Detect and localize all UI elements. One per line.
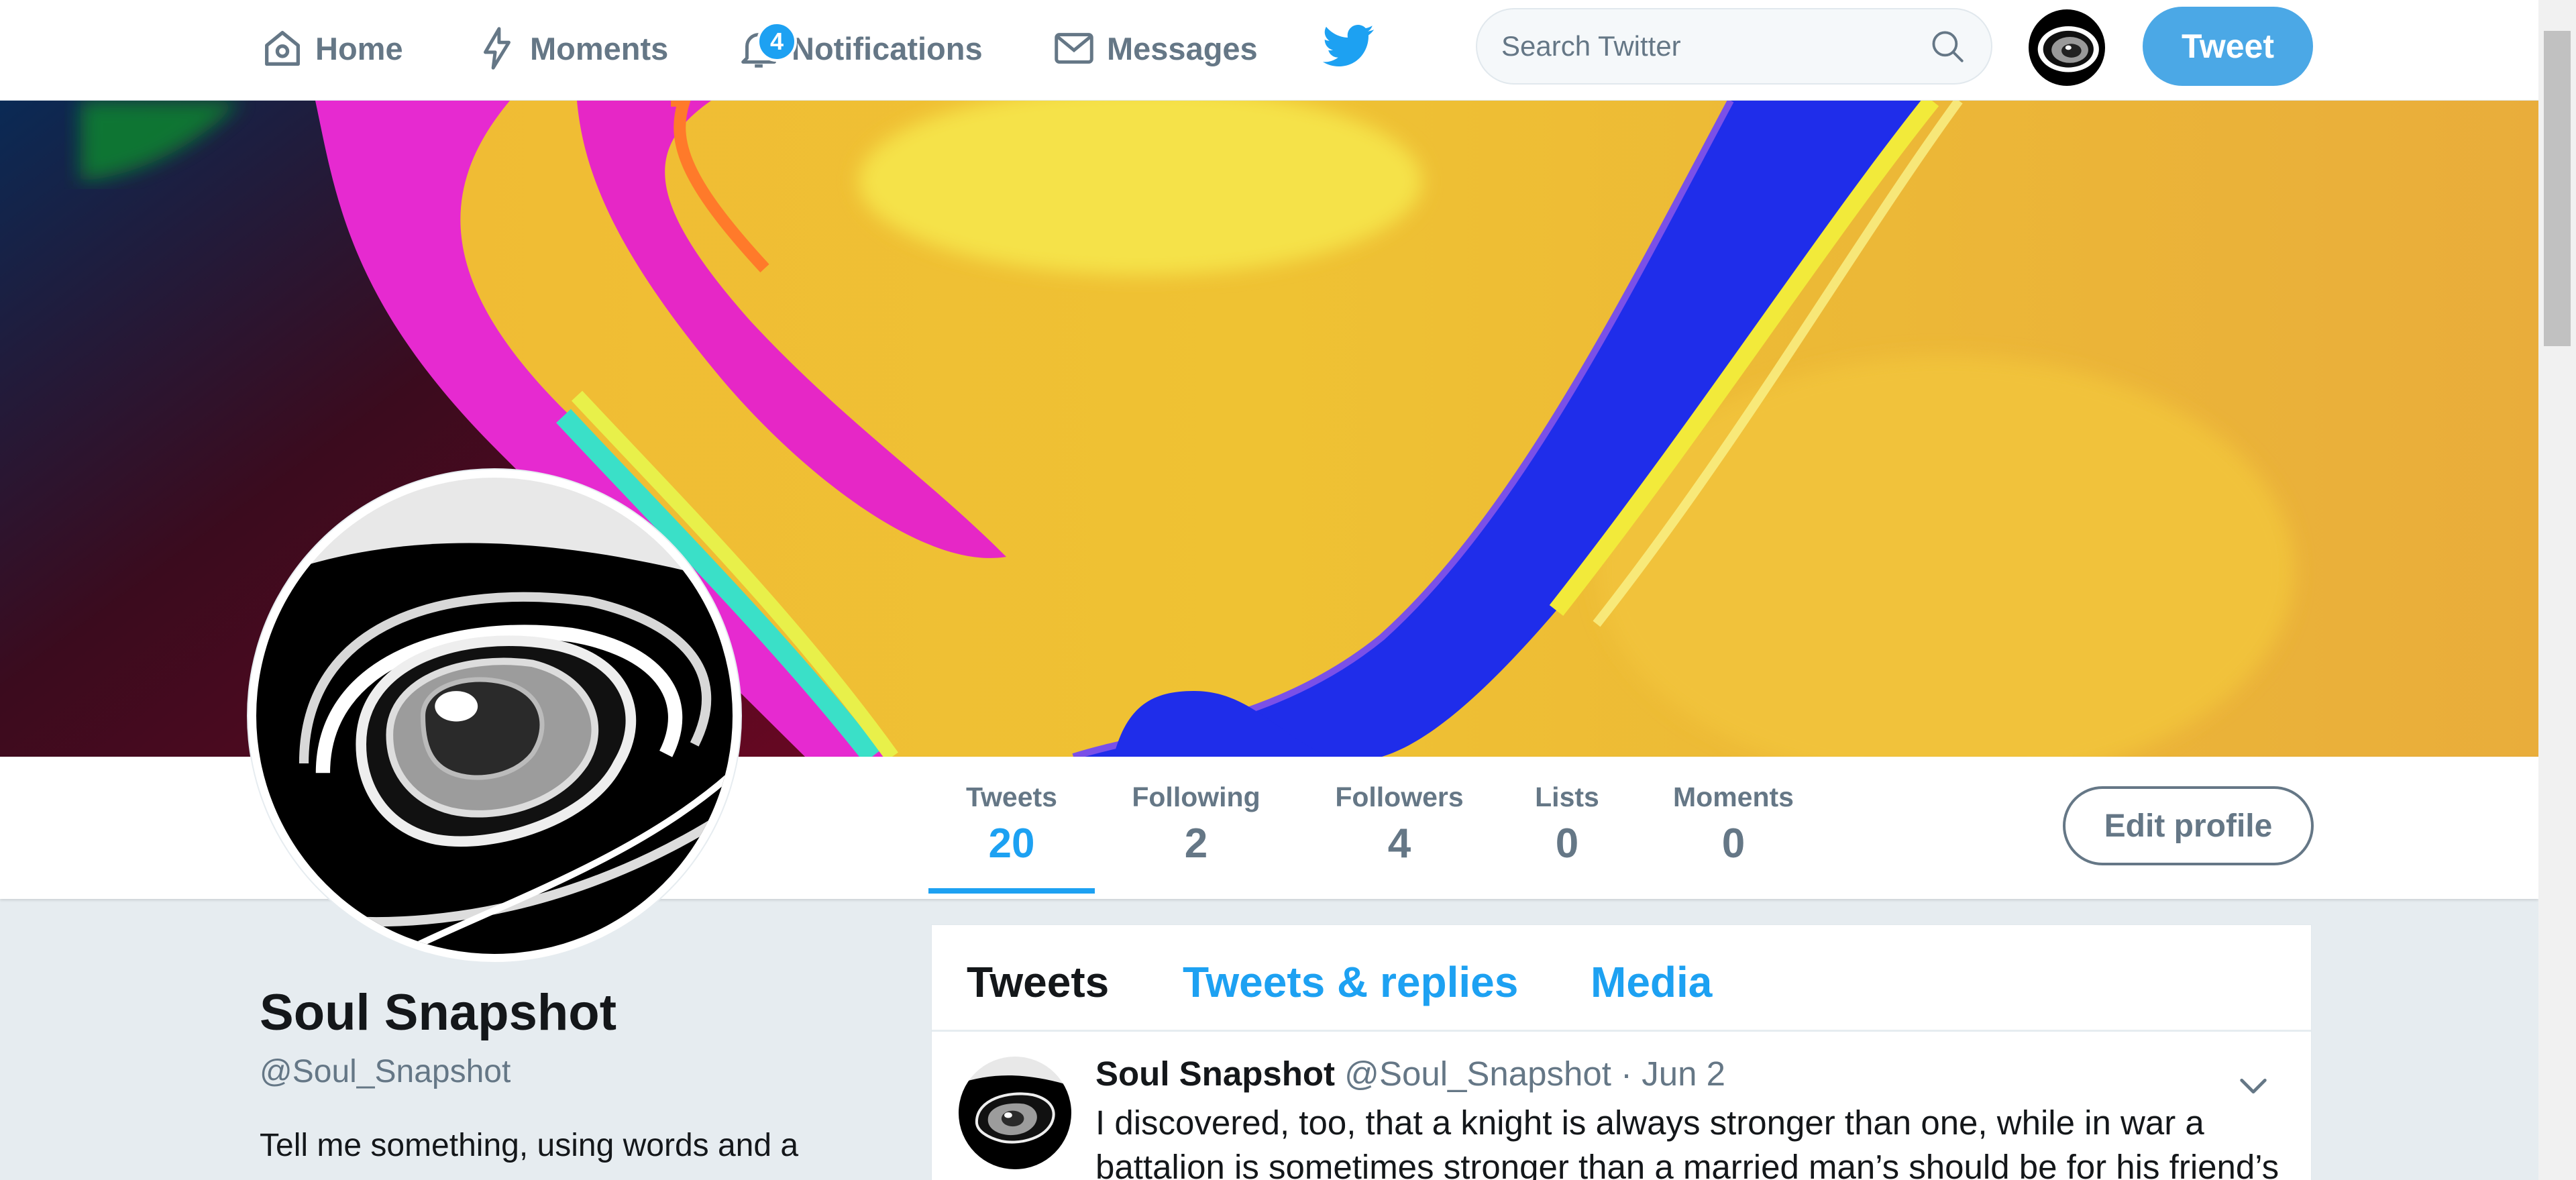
stat-followers-value: 4 bbox=[1387, 820, 1411, 867]
account-avatar[interactable] bbox=[2029, 9, 2105, 86]
stat-moments-label: Moments bbox=[1673, 782, 1794, 812]
tweet-meta[interactable]: @Soul_Snapshot · Jun 2 bbox=[1344, 1055, 1725, 1093]
active-stat-underline bbox=[928, 888, 1095, 894]
tweet-button[interactable]: Tweet bbox=[2143, 7, 2313, 86]
eye-avatar-image bbox=[254, 478, 735, 957]
eye-avatar-image bbox=[959, 1057, 1071, 1169]
stat-followers-label: Followers bbox=[1335, 782, 1464, 812]
nav-messages-label: Messages bbox=[1107, 30, 1258, 66]
chevron-down-icon[interactable] bbox=[2236, 1069, 2271, 1104]
lightning-icon bbox=[484, 27, 511, 70]
stat-following-value: 2 bbox=[1184, 820, 1208, 867]
profile-handle[interactable]: @Soul_Snapshot bbox=[260, 1053, 511, 1090]
tweet-author-name[interactable]: Soul Snapshot bbox=[1095, 1055, 1335, 1093]
stat-moments[interactable]: Moments 0 bbox=[1666, 784, 1801, 865]
nav-notifications-label: Notifications bbox=[792, 30, 983, 66]
stat-lists-value: 0 bbox=[1555, 820, 1579, 867]
nav-messages[interactable]: Messages bbox=[1051, 20, 1258, 76]
nav-home[interactable]: Home bbox=[259, 20, 403, 76]
profile-avatar[interactable] bbox=[248, 470, 741, 962]
nav-moments-label: Moments bbox=[530, 30, 669, 66]
tweet-header: Soul Snapshot @Soul_Snapshot · Jun 2 bbox=[1095, 1054, 1725, 1093]
stat-lists-label: Lists bbox=[1535, 782, 1599, 812]
profile-bio: Tell me something, using words and a bbox=[260, 1128, 799, 1163]
notifications-count-badge: 4 bbox=[757, 21, 797, 62]
nav-moments[interactable]: Moments bbox=[474, 20, 668, 76]
stat-following-label: Following bbox=[1132, 782, 1260, 812]
tweet-timeline: Tweets Tweets & replies Media Soul Snaps… bbox=[931, 924, 2312, 1180]
tab-tweets-and-replies[interactable]: Tweets & replies bbox=[1183, 957, 1518, 1007]
stat-followers[interactable]: Followers 4 bbox=[1332, 784, 1466, 865]
twitter-bird-icon[interactable] bbox=[1323, 24, 1375, 71]
tab-tweets[interactable]: Tweets bbox=[967, 957, 1109, 1007]
edit-profile-button[interactable]: Edit profile bbox=[2063, 786, 2314, 865]
tab-media[interactable]: Media bbox=[1591, 957, 1712, 1007]
stat-moments-value: 0 bbox=[1721, 820, 1746, 867]
tweet-author-avatar[interactable] bbox=[959, 1057, 1071, 1169]
scrollbar-thumb[interactable] bbox=[2544, 31, 2571, 346]
tweet-text: I discovered, too, that a knight is alwa… bbox=[1095, 1104, 2279, 1180]
magnifier-icon[interactable] bbox=[1928, 27, 1967, 66]
envelope-icon bbox=[1055, 33, 1093, 64]
search-box[interactable] bbox=[1476, 8, 1992, 85]
stat-following[interactable]: Following 2 bbox=[1126, 784, 1267, 865]
stat-tweets[interactable]: Tweets 20 bbox=[962, 784, 1061, 865]
top-navigation-bar: Home Moments 4 Notifications Messages Tw… bbox=[0, 0, 2538, 101]
eye-avatar-image bbox=[2029, 9, 2105, 86]
stat-tweets-value: 20 bbox=[988, 820, 1035, 867]
nav-home-label: Home bbox=[315, 30, 403, 66]
profile-name: Soul Snapshot bbox=[260, 984, 616, 1041]
home-icon bbox=[265, 31, 300, 66]
stat-tweets-label: Tweets bbox=[966, 782, 1057, 812]
nav-notifications[interactable]: 4 Notifications bbox=[735, 20, 983, 76]
stat-lists[interactable]: Lists 0 bbox=[1534, 784, 1601, 865]
search-input[interactable] bbox=[1501, 30, 1928, 62]
timeline-divider bbox=[932, 1030, 2311, 1032]
